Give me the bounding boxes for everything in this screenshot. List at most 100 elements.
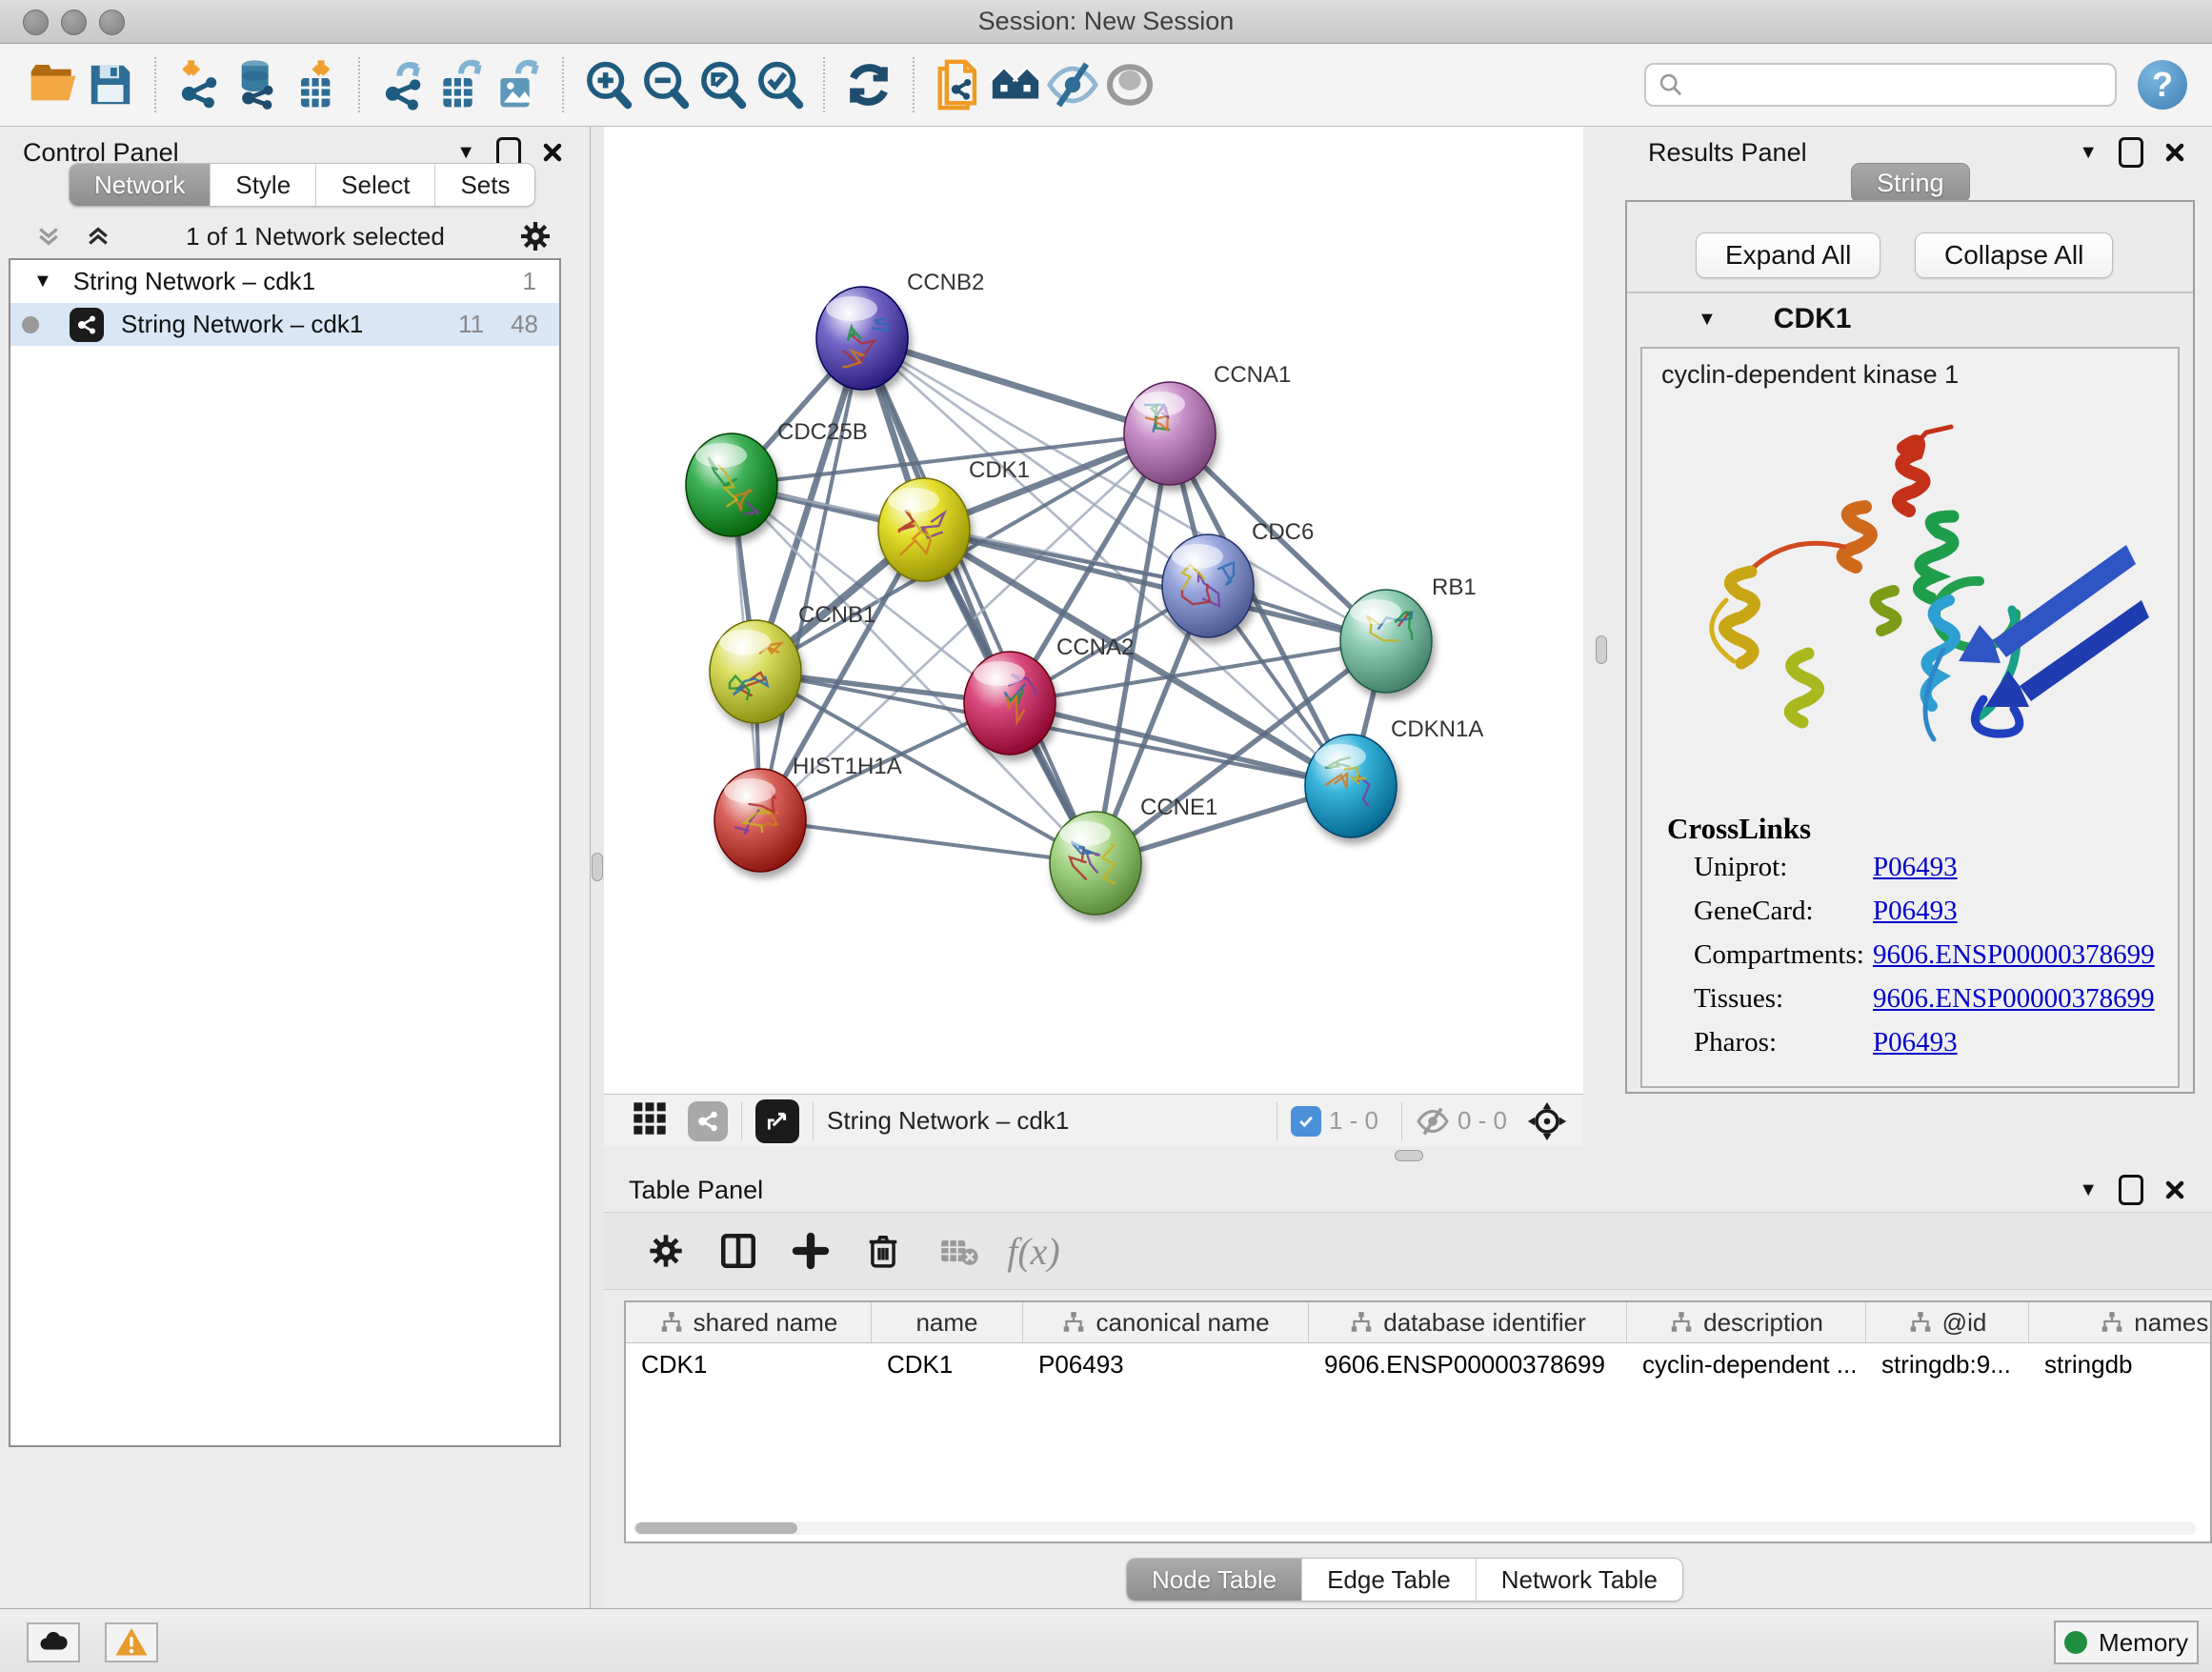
network-row[interactable]: String Network – cdk1 11 48 xyxy=(10,303,559,346)
tab-network-table[interactable]: Network Table xyxy=(1476,1559,1682,1601)
panel-close-icon[interactable] xyxy=(542,142,563,163)
scrollbar-thumb[interactable] xyxy=(635,1522,797,1534)
export-network-button[interactable] xyxy=(375,54,432,115)
show-columns-button[interactable] xyxy=(709,1221,768,1280)
network-collection-row[interactable]: ▼ String Network – cdk1 1 xyxy=(10,260,559,303)
expand-all-icon[interactable] xyxy=(84,222,112,251)
column-header-name[interactable]: name xyxy=(872,1302,1023,1342)
right-splitter[interactable] xyxy=(1583,127,1619,1164)
crosslink-link[interactable]: 9606.ENSP00000378699 xyxy=(1873,983,2155,1027)
crosslink-link[interactable]: P06493 xyxy=(1873,1027,1958,1071)
cloud-status-button[interactable] xyxy=(27,1622,80,1662)
hide-results-button[interactable] xyxy=(1044,54,1101,115)
save-session-button[interactable] xyxy=(82,54,139,115)
edge-CCNB2-CCNA1[interactable] xyxy=(862,338,1170,433)
tab-node-table[interactable]: Node Table xyxy=(1127,1559,1301,1601)
import-table-button[interactable] xyxy=(286,54,343,115)
table-cell[interactable]: CDK1 xyxy=(872,1343,1023,1385)
edge-CCNE1-HIST1H1A[interactable] xyxy=(760,820,1096,863)
node-CDK1[interactable]: CDK1 xyxy=(878,457,1030,581)
column-header-shared-name[interactable]: shared name xyxy=(626,1302,872,1342)
tab-select[interactable]: Select xyxy=(315,164,434,206)
table-cell[interactable]: 9606.ENSP00000378699 xyxy=(1309,1343,1627,1385)
string-home-button[interactable] xyxy=(987,54,1044,115)
string-network-graph[interactable]: CCNB2CCNA1CDC25BCDK1CDC6RB1CCNB1CCNA2CDK… xyxy=(604,127,1583,1094)
edge-CCNB2-CCNE1[interactable] xyxy=(862,338,1096,863)
collection-expand-icon[interactable]: ▼ xyxy=(33,271,52,292)
table-options-button[interactable] xyxy=(636,1221,695,1280)
tab-sets[interactable]: Sets xyxy=(434,164,534,206)
panel-close-icon[interactable] xyxy=(2164,1179,2185,1200)
right-splitter-handle[interactable] xyxy=(1596,635,1607,664)
zoom-selected-button[interactable] xyxy=(751,54,808,115)
search-input[interactable] xyxy=(1694,71,2103,100)
selected-checkbox-icon[interactable] xyxy=(1291,1106,1321,1137)
zoom-out-button[interactable] xyxy=(636,54,694,115)
table-cell[interactable]: P06493 xyxy=(1023,1343,1309,1385)
panel-close-icon[interactable] xyxy=(2164,142,2185,163)
import-network-file-button[interactable] xyxy=(171,54,229,115)
node-RB1[interactable]: RB1 xyxy=(1340,574,1477,693)
entry-expand-icon[interactable]: ▼ xyxy=(1698,309,1717,331)
tab-edge-table[interactable]: Edge Table xyxy=(1301,1559,1476,1601)
crosslink-link[interactable]: P06493 xyxy=(1873,896,1958,939)
column-header-namespace[interactable]: namespace xyxy=(2029,1302,2212,1342)
table-cell[interactable]: cyclin-dependent ... xyxy=(1627,1343,1866,1385)
left-splitter-handle[interactable] xyxy=(592,853,603,881)
create-column-button[interactable] xyxy=(781,1221,840,1280)
tab-string[interactable]: String xyxy=(1851,163,1970,203)
network-options-gear-icon[interactable] xyxy=(518,219,553,253)
expand-all-button[interactable]: Expand All xyxy=(1696,232,1880,278)
delete-column-button[interactable] xyxy=(854,1221,913,1280)
open-session-button[interactable] xyxy=(25,54,82,115)
function-builder-button[interactable]: f(x) xyxy=(1004,1221,1063,1280)
import-network-database-button[interactable] xyxy=(229,54,286,115)
warnings-button[interactable] xyxy=(105,1622,158,1662)
export-table-button[interactable] xyxy=(432,54,490,115)
panel-menu-icon[interactable]: ▼ xyxy=(456,142,475,164)
crosslink-link[interactable]: P06493 xyxy=(1873,852,1958,896)
crosshair-icon[interactable] xyxy=(1526,1100,1568,1142)
panel-float-icon[interactable] xyxy=(2119,137,2143,168)
edge-CDK1-RB1[interactable] xyxy=(924,530,1386,641)
detach-view-button[interactable] xyxy=(755,1099,799,1143)
column-header--id[interactable]: @id xyxy=(1866,1302,2029,1342)
help-button[interactable]: ? xyxy=(2138,60,2187,110)
crosslink-link[interactable]: 9606.ENSP00000378699 xyxy=(1873,939,2155,983)
column-header-database-identifier[interactable]: database identifier xyxy=(1309,1302,1627,1342)
collapse-all-button[interactable]: Collapse All xyxy=(1915,232,2113,278)
left-splitter[interactable] xyxy=(591,127,604,1608)
tab-style[interactable]: Style xyxy=(210,164,315,206)
table-cell[interactable]: CDK1 xyxy=(626,1343,872,1385)
refresh-button[interactable] xyxy=(840,54,897,115)
column-header-canonical-name[interactable]: canonical name xyxy=(1023,1302,1309,1342)
hidden-eye-icon[interactable] xyxy=(1416,1104,1450,1138)
network-type-button[interactable] xyxy=(688,1101,728,1141)
column-header-description[interactable]: description xyxy=(1627,1302,1866,1342)
panel-menu-icon[interactable]: ▼ xyxy=(2079,142,2098,164)
table-cell[interactable]: stringdb:9... xyxy=(1866,1343,2029,1385)
panel-menu-icon[interactable]: ▼ xyxy=(2079,1179,2098,1201)
table-cell[interactable]: stringdb xyxy=(2029,1343,2212,1385)
search-field[interactable] xyxy=(1644,63,2117,107)
memory-label: Memory xyxy=(2099,1628,2188,1658)
network-canvas[interactable]: CCNB2CCNA1CDC25BCDK1CDC6RB1CCNB1CCNA2CDK… xyxy=(604,127,1583,1094)
table-row[interactable]: CDK1CDK1P064939606.ENSP00000378699cyclin… xyxy=(626,1343,2210,1385)
memory-button[interactable]: Memory xyxy=(2054,1621,2199,1664)
protein-entry-header[interactable]: ▼ CDK1 xyxy=(1635,293,2185,345)
horizontal-splitter-handle[interactable] xyxy=(1395,1150,1423,1161)
export-image-button[interactable] xyxy=(490,54,547,115)
show-eye-button[interactable] xyxy=(1101,54,1158,115)
edge-CCNB2-HIST1H1A[interactable] xyxy=(760,338,862,820)
tab-network[interactable]: Network xyxy=(70,164,210,206)
collapse-all-icon[interactable] xyxy=(34,222,63,251)
table-horizontal-scrollbar[interactable] xyxy=(633,1521,2196,1535)
zoom-fit-button[interactable] xyxy=(694,54,751,115)
node-HIST1H1A[interactable]: HIST1H1A xyxy=(714,754,902,872)
node-CDKN1A[interactable]: CDKN1A xyxy=(1305,716,1483,837)
zoom-in-button[interactable] xyxy=(579,54,636,115)
delete-table-button[interactable] xyxy=(930,1221,989,1280)
string-import-button[interactable] xyxy=(930,54,987,115)
panel-float-icon[interactable] xyxy=(2119,1175,2143,1205)
birds-eye-view-button[interactable] xyxy=(631,1099,669,1142)
